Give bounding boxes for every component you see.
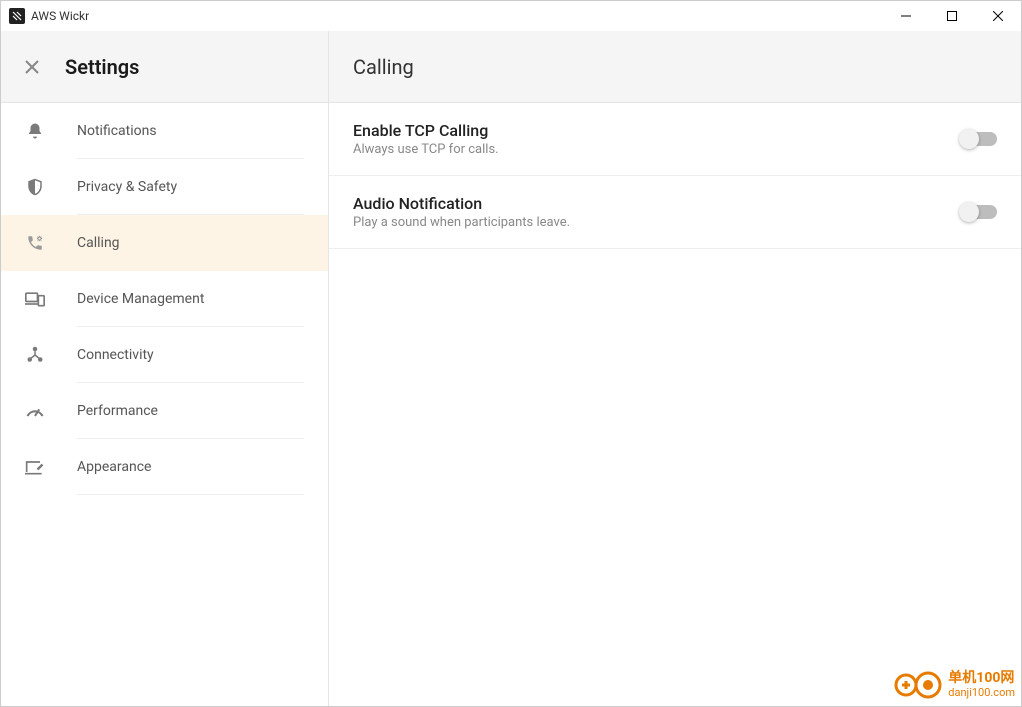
sidebar-item-label: Privacy & Safety: [77, 179, 177, 195]
maximize-button[interactable]: [929, 1, 975, 31]
window-controls: [883, 1, 1021, 31]
sidebar-item-label: Device Management: [77, 291, 204, 307]
appearance-icon: [23, 458, 47, 476]
setting-desc: Play a sound when participants leave.: [353, 215, 570, 230]
bell-icon: [23, 122, 47, 140]
main-title: Calling: [353, 55, 414, 79]
watermark-cn: 单机100网: [948, 671, 1015, 686]
settings-list: Enable TCP Calling Always use TCP for ca…: [329, 103, 1021, 706]
sidebar-nav: Notifications Privacy & Safety Calling D…: [1, 103, 328, 706]
setting-text: Enable TCP Calling Always use TCP for ca…: [353, 121, 499, 157]
titlebar: AWS Wickr: [1, 1, 1021, 31]
sidebar-item-connectivity[interactable]: Connectivity: [1, 327, 328, 383]
sidebar-item-label: Performance: [77, 403, 158, 419]
connectivity-icon: [23, 346, 47, 364]
shield-icon: [23, 178, 47, 196]
sidebar-item-device-management[interactable]: Device Management: [1, 271, 328, 327]
sidebar-item-appearance[interactable]: Appearance: [1, 439, 328, 495]
sidebar: Settings Notifications Privacy & Safety …: [1, 31, 329, 706]
sidebar-item-privacy[interactable]: Privacy & Safety: [1, 159, 328, 215]
phone-gear-icon: [23, 234, 47, 252]
sidebar-item-label: Connectivity: [77, 347, 154, 363]
watermark-url: danji100.com: [948, 687, 1015, 699]
main-panel: Calling Enable TCP Calling Always use TC…: [329, 31, 1021, 706]
setting-row-audio-notification: Audio Notification Play a sound when par…: [329, 176, 1021, 249]
setting-title: Enable TCP Calling: [353, 121, 499, 140]
toggle-audio-notification[interactable]: [961, 205, 997, 219]
titlebar-left: AWS Wickr: [9, 8, 89, 24]
setting-text: Audio Notification Play a sound when par…: [353, 194, 570, 230]
sidebar-item-label: Calling: [77, 235, 120, 251]
watermark: 单机100网 danji100.com: [894, 668, 1015, 702]
app-title: AWS Wickr: [31, 9, 89, 23]
sidebar-title: Settings: [65, 55, 139, 79]
sidebar-item-performance[interactable]: Performance: [1, 383, 328, 439]
setting-desc: Always use TCP for calls.: [353, 142, 499, 157]
sidebar-item-notifications[interactable]: Notifications: [1, 103, 328, 159]
app-body: Settings Notifications Privacy & Safety …: [1, 31, 1021, 706]
gauge-icon: [23, 402, 47, 420]
sidebar-item-calling[interactable]: Calling: [1, 215, 328, 271]
sidebar-header: Settings: [1, 31, 328, 103]
devices-icon: [23, 290, 47, 308]
main-header: Calling: [329, 31, 1021, 103]
setting-title: Audio Notification: [353, 194, 570, 213]
close-settings-icon[interactable]: [23, 58, 41, 76]
app-icon: [9, 8, 25, 24]
watermark-logo-icon: [894, 668, 942, 702]
toggle-tcp-calling[interactable]: [961, 132, 997, 146]
minimize-button[interactable]: [883, 1, 929, 31]
sidebar-item-label: Appearance: [77, 459, 151, 475]
setting-row-tcp-calling: Enable TCP Calling Always use TCP for ca…: [329, 103, 1021, 176]
watermark-text: 单机100网 danji100.com: [948, 671, 1015, 698]
close-button[interactable]: [975, 1, 1021, 31]
sidebar-item-label: Notifications: [77, 123, 157, 139]
